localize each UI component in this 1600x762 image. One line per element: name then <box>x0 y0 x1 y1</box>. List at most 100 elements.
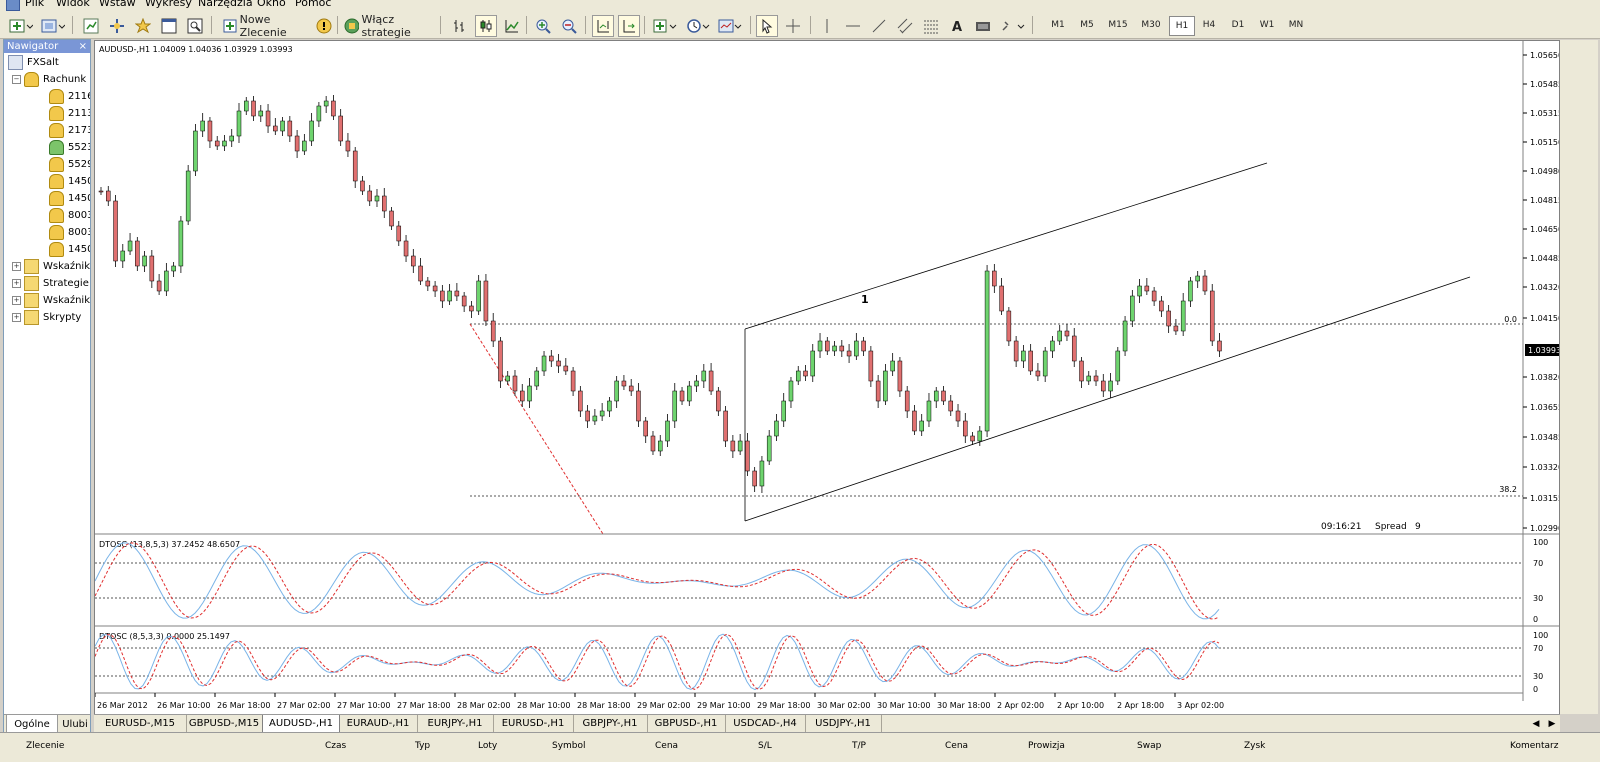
timeframe-h1[interactable]: H1 <box>1169 16 1195 36</box>
account-item[interactable]: 1450 <box>49 241 90 258</box>
new-chart-icon[interactable] <box>6 15 36 37</box>
chart-window[interactable]: AUDUSD-,H1 1.04009 1.04036 1.03929 1.039… <box>94 40 1563 716</box>
col-header[interactable]: Prowizja <box>1028 741 1065 751</box>
chart-tab[interactable]: GBPUSD-,H1 <box>647 715 726 732</box>
candlestick-icon[interactable] <box>475 15 497 37</box>
account-item[interactable]: 2173 <box>49 122 90 139</box>
account-item[interactable]: 8003 <box>49 207 90 224</box>
timeframe-w1[interactable]: W1 <box>1254 16 1280 34</box>
timeframe-m5[interactable]: M5 <box>1074 16 1100 34</box>
timeframe-h4[interactable]: H4 <box>1196 16 1222 34</box>
col-header[interactable]: Czas <box>325 741 346 751</box>
expand-icon[interactable]: + <box>12 313 21 322</box>
tab-favorites[interactable]: Ulubi <box>60 715 90 733</box>
col-header[interactable]: Komentarz <box>1510 741 1558 751</box>
col-header[interactable]: Zysk <box>1244 741 1265 751</box>
periods-icon[interactable] <box>683 15 713 37</box>
tab-scroll-left-icon[interactable]: ◀ <box>1530 718 1542 730</box>
horizontal-line-icon[interactable] <box>842 15 864 37</box>
tree-scripts[interactable]: + Skrypty <box>12 309 81 326</box>
text-icon[interactable]: A <box>946 15 968 37</box>
menu-view[interactable]: Widok <box>56 0 90 9</box>
equidistant-channel-icon[interactable] <box>894 15 916 37</box>
chart-tab[interactable]: USDJPY-,H1 <box>805 715 882 732</box>
menu-tools[interactable]: Narzędzia <box>198 0 253 9</box>
text-label-icon[interactable] <box>972 15 994 37</box>
col-header[interactable]: Swap <box>1137 741 1161 751</box>
bull-candle <box>890 360 895 372</box>
col-header[interactable]: Cena <box>655 741 678 751</box>
col-header[interactable]: Zlecenie <box>26 741 64 751</box>
channel-upper-line[interactable] <box>744 162 1268 330</box>
menu-window[interactable]: Okno <box>257 0 286 9</box>
account-item[interactable]: 2113 <box>49 105 90 122</box>
chart-tab[interactable]: GBPUSD-,M15 <box>186 715 263 732</box>
col-header[interactable]: Typ <box>415 741 430 751</box>
price-chart[interactable]: AUDUSD-,H1 1.04009 1.04036 1.03929 1.039… <box>94 41 1563 715</box>
fib-trend-line[interactable] <box>469 323 604 535</box>
cursor-icon[interactable] <box>756 15 778 37</box>
chart-tab[interactable]: EURUSD-,M15 <box>94 715 187 732</box>
chart-tab[interactable]: EURAUD-,H1 <box>339 715 418 732</box>
timeframe-d1[interactable]: D1 <box>1225 16 1251 34</box>
menu-file[interactable]: Plik <box>25 0 44 9</box>
tree-accounts[interactable]: − Rachunk <box>12 71 86 88</box>
zoom-in-icon[interactable] <box>532 15 554 37</box>
account-item[interactable]: 2116 <box>49 88 90 105</box>
account-item[interactable]: 1450 <box>49 173 90 190</box>
bar-chart-icon[interactable] <box>449 15 471 37</box>
autoscroll-icon[interactable] <box>618 15 640 37</box>
timeframe-mn[interactable]: MN <box>1283 16 1309 34</box>
line-chart-icon[interactable] <box>501 15 523 37</box>
close-icon[interactable]: × <box>79 40 87 53</box>
fibonacci-icon[interactable] <box>920 15 942 37</box>
market-watch-icon[interactable] <box>80 15 102 37</box>
col-header[interactable]: Symbol <box>552 741 586 751</box>
trend-line-icon[interactable] <box>868 15 890 37</box>
chart-shift-icon[interactable] <box>592 15 614 37</box>
account-item[interactable]: 8003 <box>49 224 90 241</box>
menu-charts[interactable]: Wykresy <box>145 0 192 9</box>
chart-tab[interactable]: EURJPY-,H1 <box>417 715 494 732</box>
crosshair-icon[interactable] <box>782 15 804 37</box>
collapse-icon[interactable]: − <box>12 75 21 84</box>
indicators-icon[interactable] <box>650 15 680 37</box>
tree-custom-indicators[interactable]: + Wskaźnik <box>12 292 90 309</box>
zoom-out-icon[interactable] <box>558 15 580 37</box>
menu-help[interactable]: Pomoc <box>295 0 331 9</box>
menu-insert[interactable]: Wstaw <box>99 0 136 9</box>
tree-strategies[interactable]: + Strategie <box>12 275 89 292</box>
tester-icon[interactable] <box>184 15 206 37</box>
navigator-icon[interactable] <box>106 15 128 37</box>
expand-icon[interactable]: + <box>12 279 21 288</box>
chart-tab[interactable]: USDCAD-,H4 <box>725 715 806 732</box>
account-item[interactable]: 5523 <box>49 139 90 156</box>
account-item[interactable]: 1450 <box>49 190 90 207</box>
timeframe-m30[interactable]: M30 <box>1136 16 1166 34</box>
arrows-icon[interactable] <box>998 15 1028 37</box>
chart-tab[interactable]: GBPJPY-,H1 <box>573 715 648 732</box>
chart-tab-active[interactable]: AUDUSD-,H1 <box>262 715 340 732</box>
timeframe-m15[interactable]: M15 <box>1103 16 1133 34</box>
alert-icon[interactable] <box>313 15 335 37</box>
col-header[interactable]: T/P <box>852 741 866 751</box>
tab-scroll-right-icon[interactable]: ▶ <box>1546 718 1558 730</box>
favorites-icon[interactable] <box>132 15 154 37</box>
chart-tab[interactable]: EURUSD-,H1 <box>493 715 574 732</box>
vertical-line-icon[interactable] <box>816 15 838 37</box>
profiles-icon[interactable] <box>38 15 68 37</box>
new-order-button[interactable]: Nowe Zlecenie <box>218 13 318 39</box>
strategies-button[interactable]: Włącz strategie <box>340 13 443 39</box>
expand-icon[interactable]: + <box>12 296 21 305</box>
templates-icon[interactable] <box>715 15 745 37</box>
tree-indicators[interactable]: + Wskaźnik <box>12 258 90 275</box>
account-item[interactable]: 5529 <box>49 156 90 173</box>
data-window-icon[interactable] <box>158 15 180 37</box>
col-header[interactable]: S/L <box>758 741 772 751</box>
timeframe-m1[interactable]: M1 <box>1045 16 1071 34</box>
channel-lower-line[interactable] <box>744 276 1471 522</box>
col-header[interactable]: Cena <box>945 741 968 751</box>
col-header[interactable]: Loty <box>478 741 497 751</box>
expand-icon[interactable]: + <box>12 262 21 271</box>
tree-root[interactable]: FXSalt <box>8 54 59 71</box>
